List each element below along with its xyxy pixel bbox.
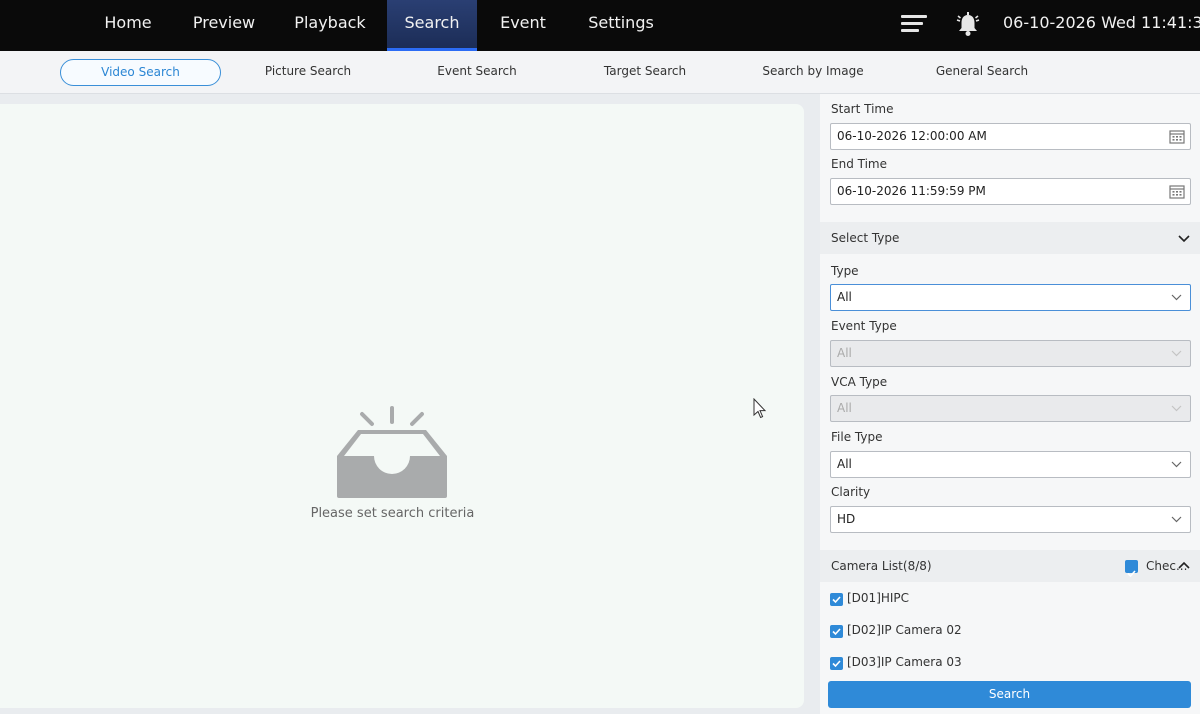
end-time-value: 06-10-2026 11:59:59 PM: [837, 184, 986, 198]
clarity-value: HD: [837, 512, 856, 526]
bell-icon[interactable]: [954, 10, 982, 38]
start-time-label: Start Time: [831, 102, 894, 116]
chevron-up-icon[interactable]: [1178, 561, 1190, 571]
camera-list-title: Camera List(8/8): [831, 559, 932, 573]
camera-label: [D02]IP Camera 02: [847, 623, 962, 637]
subnav-event-search[interactable]: Event Search: [420, 59, 534, 86]
menu-icon[interactable]: [901, 13, 927, 35]
camera-label: [D01]HIPC: [847, 591, 910, 605]
type-label: Type: [831, 264, 859, 278]
checkbox-checked-icon: [830, 593, 843, 606]
event-type-label: Event Type: [831, 319, 897, 333]
mouse-cursor-icon: [753, 398, 767, 419]
end-time-field[interactable]: 06-10-2026 11:59:59 PM: [830, 178, 1191, 205]
clarity-select[interactable]: HD: [830, 506, 1191, 533]
nav-settings[interactable]: Settings: [578, 0, 664, 51]
start-time-value: 06-10-2026 12:00:00 AM: [837, 129, 987, 143]
checkbox-checked-icon: [830, 625, 843, 638]
camera-label: [D03]IP Camera 03: [847, 655, 962, 669]
file-type-select[interactable]: All: [830, 451, 1191, 478]
nav-playback[interactable]: Playback: [284, 0, 376, 51]
event-type-value: All: [837, 346, 852, 360]
chevron-down-icon: [1171, 294, 1182, 301]
chevron-down-icon[interactable]: [1178, 233, 1190, 243]
search-button[interactable]: Search: [828, 681, 1191, 708]
clarity-label: Clarity: [831, 485, 871, 499]
subnav-picture-search[interactable]: Picture Search: [240, 59, 376, 86]
calendar-icon[interactable]: [1169, 184, 1185, 199]
select-type-title: Select Type: [831, 231, 900, 245]
select-type-section-header[interactable]: Select Type: [820, 222, 1200, 254]
empty-state-message: Please set search criteria: [310, 506, 475, 521]
subnav-target-search[interactable]: Target Search: [585, 59, 705, 86]
type-select[interactable]: All: [830, 284, 1191, 311]
search-filter-panel: Start Time 06-10-2026 12:00:00 AM End Ti…: [820, 94, 1200, 714]
chevron-down-icon: [1171, 461, 1182, 468]
nav-event[interactable]: Event: [489, 0, 557, 51]
checkbox-checked-icon: [1125, 560, 1138, 578]
top-navigation-bar: Home Preview Playback Search Event Setti…: [0, 0, 1200, 51]
checkbox-checked-icon: [830, 657, 843, 670]
search-subnav: Video Search Picture Search Event Search…: [0, 51, 1200, 94]
vca-type-value: All: [837, 401, 852, 415]
camera-list-section-header: Camera List(8/8) Chec...: [820, 550, 1200, 582]
vca-type-select: All: [830, 395, 1191, 422]
nav-preview[interactable]: Preview: [184, 0, 264, 51]
chevron-down-icon: [1171, 350, 1182, 357]
empty-inbox-icon: [337, 406, 447, 498]
results-area: Please set search criteria: [0, 104, 804, 708]
file-type-label: File Type: [831, 430, 883, 444]
event-type-select: All: [830, 340, 1191, 367]
subnav-video-search[interactable]: Video Search: [60, 59, 221, 86]
nav-home[interactable]: Home: [90, 0, 166, 51]
file-type-value: All: [837, 457, 852, 471]
subnav-general-search[interactable]: General Search: [920, 59, 1044, 86]
type-value: All: [837, 290, 852, 304]
end-time-label: End Time: [831, 157, 887, 171]
clock-display: 06-10-2026 Wed 11:41:30: [1003, 13, 1200, 32]
empty-state: Please set search criteria: [300, 404, 485, 521]
chevron-down-icon: [1171, 516, 1182, 523]
vca-type-label: VCA Type: [831, 375, 888, 389]
chevron-down-icon: [1171, 405, 1182, 412]
start-time-field[interactable]: 06-10-2026 12:00:00 AM: [830, 123, 1191, 150]
calendar-icon[interactable]: [1169, 129, 1185, 144]
nav-search[interactable]: Search: [387, 0, 477, 51]
subnav-search-by-image[interactable]: Search by Image: [750, 59, 876, 86]
